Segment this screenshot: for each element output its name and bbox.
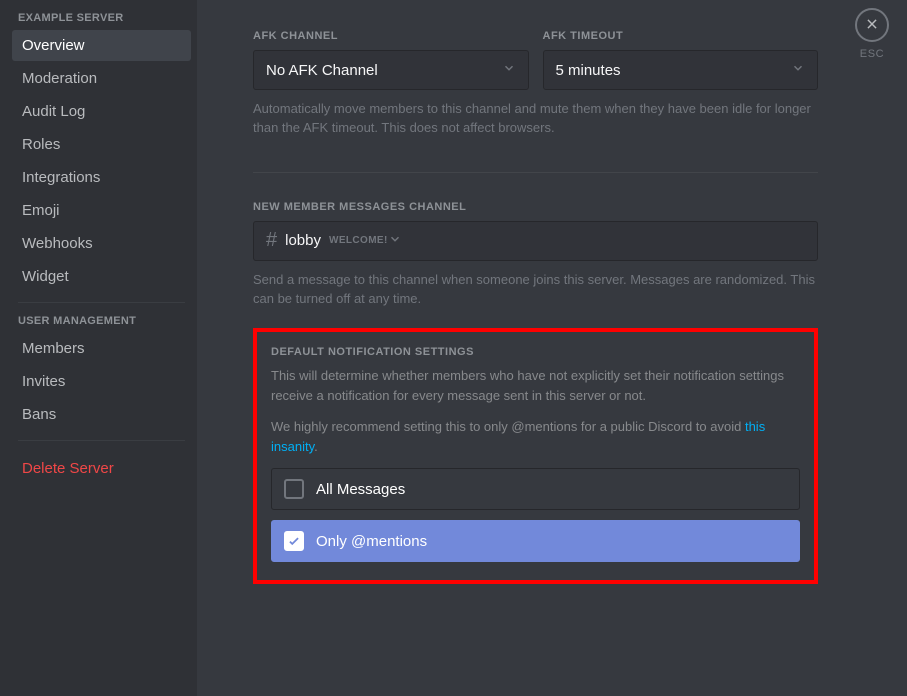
sidebar-item-widget[interactable]: Widget [12, 261, 191, 292]
notif-desc2-suffix: . [314, 439, 318, 454]
sidebar-item-label: Bans [22, 406, 56, 423]
sidebar-item-label: Overview [22, 37, 85, 54]
sidebar-item-label: Roles [22, 136, 60, 153]
notification-settings-label: DEFAULT NOTIFICATION SETTINGS [271, 346, 800, 358]
sidebar-item-roles[interactable]: Roles [12, 129, 191, 160]
sidebar-item-bans[interactable]: Bans [12, 399, 191, 430]
section-divider [253, 172, 818, 173]
notif-desc2-text: We highly recommend setting this to only… [271, 419, 745, 434]
new-member-channel-select[interactable]: # lobby WELCOME! [253, 221, 818, 261]
close-icon [865, 17, 879, 34]
notification-option-label: Only @mentions [316, 533, 427, 550]
sidebar-item-label: Invites [22, 373, 65, 390]
sidebar-item-label: Members [22, 340, 85, 357]
afk-timeout-label: AFK TIMEOUT [543, 30, 819, 42]
notification-description-1: This will determine whether members who … [271, 366, 800, 405]
sidebar-item-label: Webhooks [22, 235, 93, 252]
afk-helper-text: Automatically move members to this chann… [253, 100, 818, 138]
afk-channel-label: AFK CHANNEL [253, 30, 529, 42]
afk-timeout-value: 5 minutes [556, 62, 621, 79]
sidebar-item-label: Emoji [22, 202, 60, 219]
sidebar-item-invites[interactable]: Invites [12, 366, 191, 397]
checkbox-icon [284, 479, 304, 499]
new-member-channel-value: lobby [285, 232, 321, 249]
sidebar-heading-server: EXAMPLE SERVER [12, 12, 191, 30]
chevron-down-icon [388, 232, 402, 249]
sidebar-separator [18, 440, 185, 441]
sidebar-item-label: Delete Server [22, 460, 114, 477]
afk-timeout-select[interactable]: 5 minutes [543, 50, 819, 90]
sidebar-item-label: Moderation [22, 70, 97, 87]
notification-option-only-mentions[interactable]: Only @mentions [271, 520, 800, 562]
sidebar-item-label: Integrations [22, 169, 100, 186]
close-button[interactable] [855, 8, 889, 42]
sidebar-heading-user-management: USER MANAGEMENT [12, 315, 191, 333]
sidebar-separator [18, 302, 185, 303]
sidebar-item-label: Widget [22, 268, 69, 285]
new-member-helper-text: Send a message to this channel when some… [253, 271, 818, 309]
afk-channel-value: No AFK Channel [266, 62, 378, 79]
esc-label: ESC [855, 48, 889, 60]
notification-option-all-messages[interactable]: All Messages [271, 468, 800, 510]
sidebar-item-members[interactable]: Members [12, 333, 191, 364]
settings-content: ESC AFK CHANNEL No AFK Channel AFK TIMEO… [197, 0, 907, 696]
sidebar-item-delete-server[interactable]: Delete Server [12, 453, 191, 484]
hash-icon: # [266, 229, 277, 252]
chevron-down-icon [502, 61, 516, 79]
notification-description-2: We highly recommend setting this to only… [271, 417, 800, 456]
sidebar-item-emoji[interactable]: Emoji [12, 195, 191, 226]
checkbox-checked-icon [284, 531, 304, 551]
chevron-down-icon [791, 61, 805, 79]
welcome-badge: WELCOME! [329, 235, 388, 246]
highlight-box: DEFAULT NOTIFICATION SETTINGS This will … [253, 328, 818, 584]
close-area: ESC [855, 8, 889, 60]
new-member-channel-label: NEW MEMBER MESSAGES CHANNEL [253, 201, 818, 213]
sidebar-item-integrations[interactable]: Integrations [12, 162, 191, 193]
notification-option-label: All Messages [316, 481, 405, 498]
sidebar-item-moderation[interactable]: Moderation [12, 63, 191, 94]
sidebar-item-audit-log[interactable]: Audit Log [12, 96, 191, 127]
settings-sidebar: EXAMPLE SERVER Overview Moderation Audit… [0, 0, 197, 696]
afk-channel-select[interactable]: No AFK Channel [253, 50, 529, 90]
sidebar-item-webhooks[interactable]: Webhooks [12, 228, 191, 259]
sidebar-item-label: Audit Log [22, 103, 85, 120]
sidebar-item-overview[interactable]: Overview [12, 30, 191, 61]
